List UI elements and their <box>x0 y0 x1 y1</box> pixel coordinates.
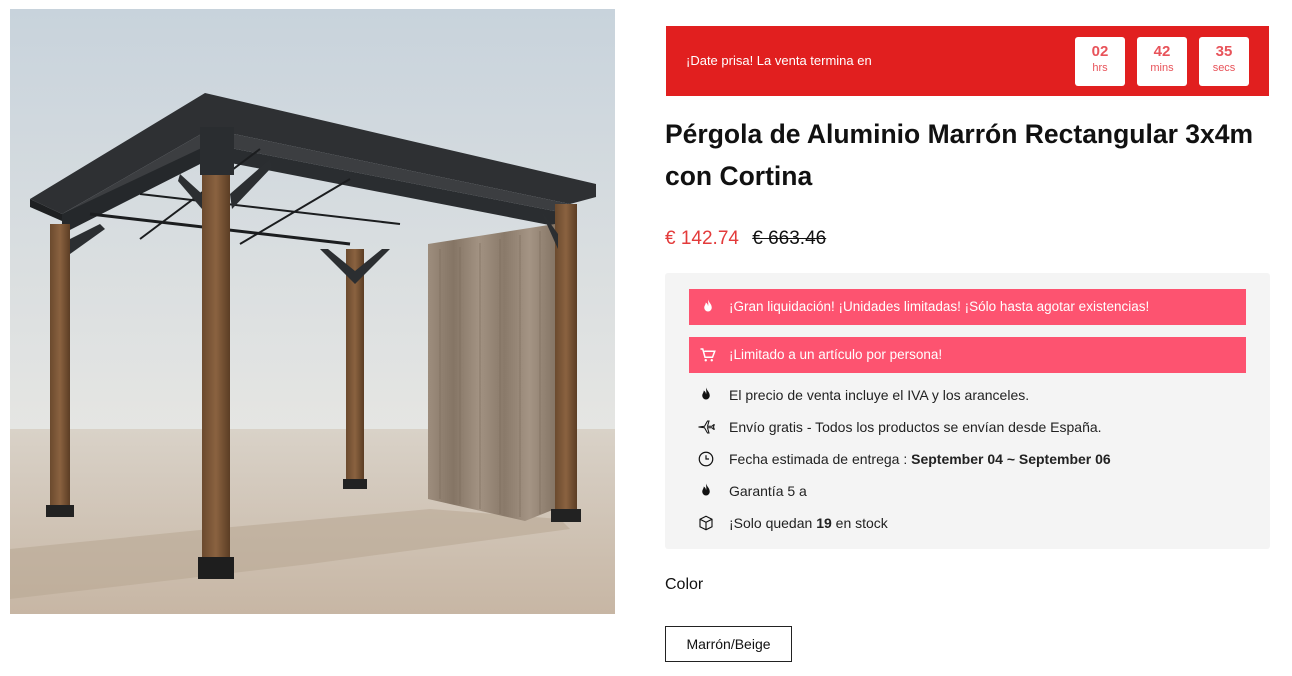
clearance-alert-text: ¡Gran liquidación! ¡Unidades limitadas! … <box>729 299 1150 314</box>
sale-price: € 142.74 <box>665 228 739 249</box>
stock-suffix: en stock <box>831 515 888 531</box>
box-icon <box>699 515 713 531</box>
fire-icon <box>702 387 710 400</box>
product-info-panel: ¡Gran liquidación! ¡Unidades limitadas! … <box>665 273 1270 549</box>
fire-icon <box>704 299 712 312</box>
seconds-unit: secs <box>1212 62 1236 74</box>
product-title: Pérgola de Aluminio Marrón Rectangular 3… <box>665 119 1254 191</box>
feature-stock-text: ¡Solo quedan 19 en stock <box>729 515 888 531</box>
stock-prefix: ¡Solo quedan <box>729 515 817 531</box>
plane-icon <box>698 420 715 434</box>
limit-alert-text: ¡Limitado a un artículo por persona! <box>729 347 943 362</box>
countdown-label: ¡Date prisa! La venta termina en <box>686 53 872 68</box>
cart-icon <box>700 348 716 362</box>
seconds-value: 35 <box>1215 43 1233 60</box>
feature-shipping-text: Envío gratis - Todos los productos se en… <box>729 419 1102 435</box>
minutes-value: 42 <box>1153 43 1171 60</box>
delivery-label: Fecha estimada de entrega : <box>729 451 912 467</box>
clock-icon <box>698 451 714 467</box>
hours-unit: hrs <box>1092 62 1108 74</box>
color-label: Color <box>665 576 704 593</box>
hours-value: 02 <box>1091 43 1109 60</box>
fire-icon <box>702 483 710 496</box>
minutes-unit: mins <box>1150 62 1174 74</box>
sale-countdown-bar: ¡Date prisa! La venta termina en 02 hrs … <box>666 26 1269 96</box>
price-row: € 142.74 € 663.46 <box>665 228 826 250</box>
original-price: € 663.46 <box>752 228 827 249</box>
clearance-alert: ¡Gran liquidación! ¡Unidades limitadas! … <box>689 289 1246 325</box>
product-image[interactable] <box>10 9 615 614</box>
limit-alert: ¡Limitado a un artículo por persona! <box>689 337 1246 373</box>
color-option-marron-beige[interactable]: Marrón/Beige <box>665 626 792 662</box>
countdown-hours: 02 hrs <box>1075 37 1125 86</box>
stock-count: 19 <box>816 515 832 531</box>
feature-warranty-text: Garantía 5 a <box>729 483 807 499</box>
countdown-minutes: 42 mins <box>1137 37 1187 86</box>
feature-tax-text: El precio de venta incluye el IVA y los … <box>729 387 1030 403</box>
countdown-seconds: 35 secs <box>1199 37 1249 86</box>
feature-delivery-text: Fecha estimada de entrega : September 04… <box>729 451 1111 467</box>
delivery-dates: September 04 ~ September 06 <box>911 451 1111 467</box>
